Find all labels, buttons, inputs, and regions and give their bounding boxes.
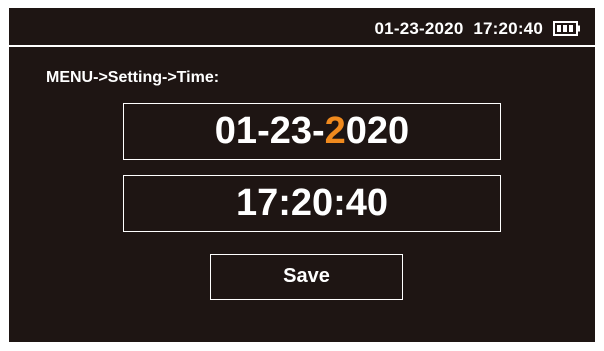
status-datetime: 01-23-2020 17:20:40 [374, 19, 543, 38]
date-selected-digit[interactable]: 2 [325, 110, 346, 152]
date-suffix: 020 [345, 110, 410, 152]
save-button-label: Save [283, 265, 330, 287]
date-field[interactable]: 01-23-2020 [123, 103, 501, 160]
time-field[interactable]: 17:20:40 [123, 175, 501, 232]
status-bar: 01-23-2020 17:20:40 [9, 8, 595, 47]
date-prefix: 01-23- [214, 110, 325, 152]
time-value: 17:20:40 [235, 182, 389, 224]
breadcrumb: MENU->Setting->Time: [46, 69, 220, 86]
device-screen: 01-23-2020 17:20:40 MENU->Setting->Time:… [9, 8, 595, 342]
battery-full-icon [553, 21, 580, 36]
save-button[interactable]: Save [210, 254, 403, 300]
